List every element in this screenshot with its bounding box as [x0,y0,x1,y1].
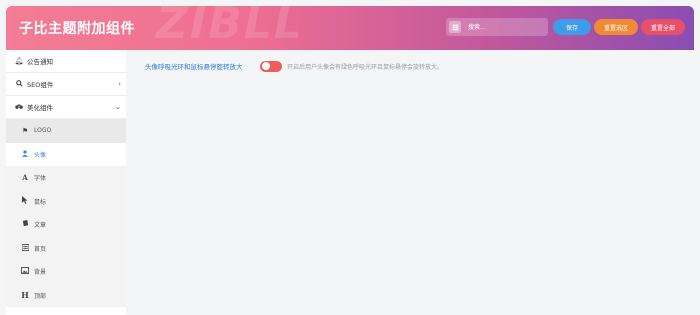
sidebar-item-beautify[interactable]: 美化组件 ⌄ [6,96,126,119]
sidebar-item-logo[interactable]: ⚑ LOGO [6,119,126,143]
book-icon [20,220,30,229]
sidebar-item-announcement[interactable]: 🔔︎ 公告通知 [6,50,126,73]
avatar-ring-toggle[interactable] [260,60,282,72]
setting-row-avatar-ring: 头像呼吸光环和鼠标悬停旋转放大 开启后用户头像会有绿色呼吸光环且鼠标悬停会旋转放… [145,60,443,72]
chevron-right-icon: › [118,80,121,88]
sidebar-item-label: 鼠标 [34,198,47,206]
chevron-down-icon: ⌄ [115,103,121,111]
setting-description: 开启后用户头像会有绿色呼吸光环且鼠标悬停会旋转放大。 [287,63,444,71]
sidebar-item-seo[interactable]: SEO组件 › [6,73,126,96]
sidebar-item-cursor[interactable]: 鼠标 [6,190,126,214]
font-icon: A [22,173,28,183]
cursor-icon [20,196,30,206]
sidebar-item-label: 公告通知 [27,58,53,66]
sub-menu: ⚑ LOGO 头像 A 字体 鼠标 文章 首页 背景 H 顶部 [6,119,126,307]
sidebar-item-label: 头像 [34,151,47,159]
sidebar-item-label: 文章 [34,222,47,230]
header-bar: ZIBLL 子比主题附加组件 保存 重置选区 重置全部 [6,6,694,50]
sidebar-item-label: 字体 [34,175,47,183]
image-icon [20,267,30,276]
sidebar-item-label: LOGO [34,127,52,135]
sidebar-item-background[interactable]: 背景 [6,260,126,284]
sidebar-item-article[interactable]: 文章 [6,213,126,237]
header-watermark: ZIBLL [156,6,304,49]
sidebar-item-label: 美化组件 [27,104,53,112]
search-icon [449,21,461,33]
sidebar-item-label: 首页 [34,245,47,253]
sidebar-item-font[interactable]: A 字体 [6,166,126,190]
search-input[interactable] [464,18,546,36]
reset-all-button[interactable]: 重置全部 [641,19,685,35]
search-icon [14,79,24,89]
list-icon [20,243,30,253]
sidebar-item-home[interactable]: 首页 [6,237,126,261]
sidebar-item-label: 背景 [34,269,47,277]
palette-icon [14,103,24,112]
reset-section-button[interactable]: 重置选区 [594,19,638,35]
sidebar: 🔔︎ 公告通知 SEO组件 › 美化组件 ⌄ ⚑ LOGO 头像 A 字体 鼠标… [6,50,126,315]
sidebar-item-label: SEO组件 [27,81,54,89]
bell-icon: 🔔︎ [14,57,24,65]
setting-label: 头像呼吸光环和鼠标悬停旋转放大 [145,63,243,71]
sidebar-item-label: 顶部 [34,292,47,300]
sidebar-item-avatar[interactable]: 头像 [6,142,126,166]
flag-icon: ⚑ [21,126,29,135]
toggle-knob [261,62,270,70]
page-title: 子比主题附加组件 [19,21,135,37]
sidebar-item-top[interactable]: H 顶部 [6,284,126,308]
search-box[interactable] [446,18,548,36]
user-icon [20,150,30,159]
heading-icon: H [21,290,29,301]
save-button[interactable]: 保存 [553,19,591,35]
